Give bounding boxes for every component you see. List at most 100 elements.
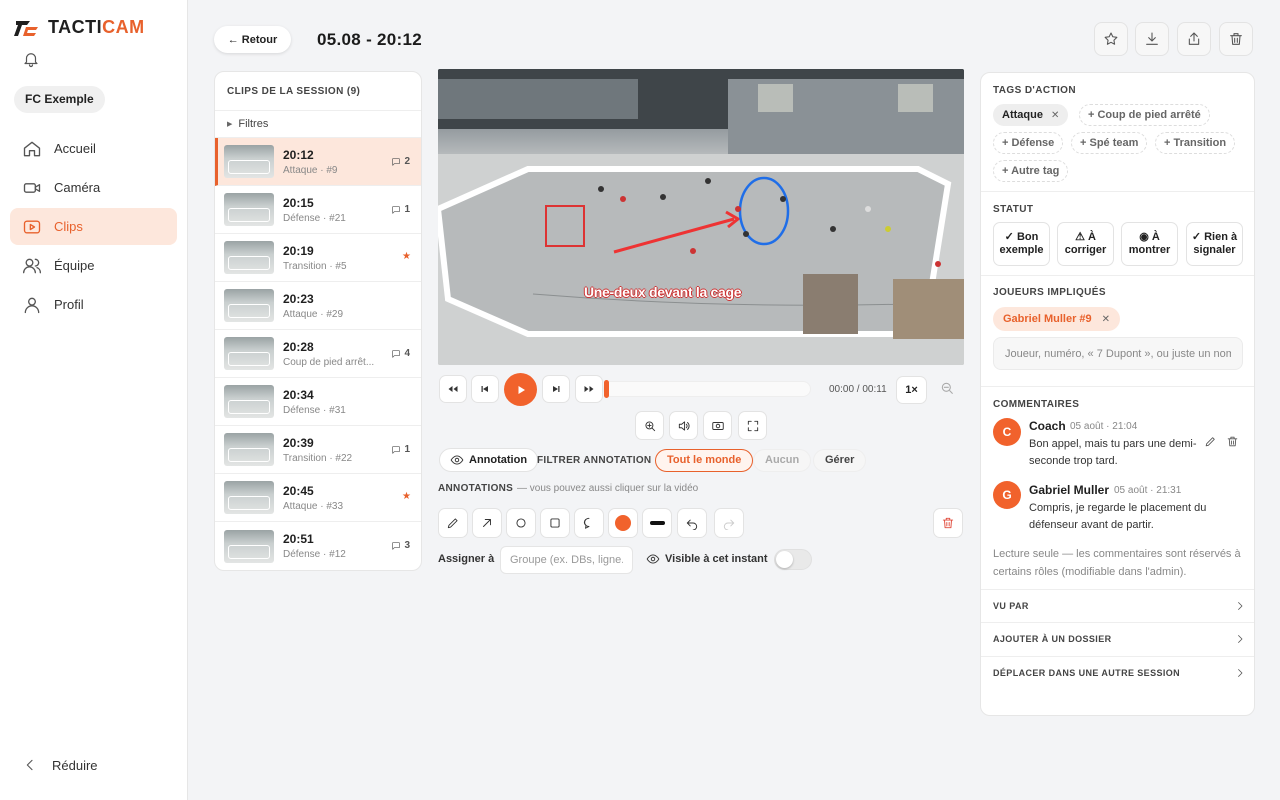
clip-item[interactable]: 20:15 Défense · #21 1	[215, 186, 421, 234]
favorite-button[interactable]	[1094, 22, 1128, 56]
video-player[interactable]	[438, 69, 964, 365]
clear-annotations-button[interactable]	[933, 508, 963, 538]
visible-now-toggle[interactable]	[774, 549, 812, 570]
arrow-tool-button[interactable]	[472, 508, 502, 538]
time-readout: 00:00 / 00:11	[829, 384, 887, 395]
nav-item-equipe[interactable]: Équipe	[10, 247, 177, 284]
circle-tool-button[interactable]	[506, 508, 536, 538]
zoom-out-button[interactable]	[939, 380, 955, 396]
annotations-title: ANNOTATIONS	[438, 483, 514, 494]
play-button[interactable]	[504, 373, 537, 406]
screenshot-icon	[711, 421, 724, 430]
rewind-button[interactable]	[439, 375, 467, 403]
nav-item-camera[interactable]: Caméra	[10, 169, 177, 206]
status-to-show-button[interactable]: ◉ Àmontrer	[1121, 222, 1178, 266]
clip-time: 20:34	[283, 387, 314, 402]
delete-comment-button[interactable]	[1226, 435, 1239, 448]
club-selector[interactable]: FC Exemple	[14, 86, 105, 113]
undo-button[interactable]	[677, 508, 707, 538]
app-logo[interactable]: TACTICAM	[14, 17, 145, 38]
edit-comment-button[interactable]	[1204, 435, 1217, 448]
notifications-button[interactable]	[22, 50, 40, 68]
tag-add-chip[interactable]: + Spé team	[1071, 132, 1148, 154]
user-icon	[24, 297, 40, 313]
timeline-scrubber[interactable]	[603, 381, 811, 397]
status-good-example-button[interactable]: ✓ Bon exemple	[993, 222, 1050, 266]
clip-thumbnail	[224, 193, 274, 226]
player-chip[interactable]: Gabriel Muller #9 ✕	[993, 307, 1121, 331]
comment-count-badge: 1	[391, 204, 410, 215]
favorite-star-icon: ★	[402, 491, 411, 502]
nav-item-clips[interactable]: Clips	[10, 208, 177, 245]
clip-item[interactable]: 20:39 Transition · #22 1	[215, 426, 421, 474]
seen-by-row[interactable]: VU PAR	[981, 589, 1254, 622]
pen-tool-button[interactable]	[438, 508, 468, 538]
nav-item-accueil[interactable]: Accueil	[10, 130, 177, 167]
clip-item[interactable]: 20:34 Défense · #31	[215, 378, 421, 426]
page-title: 05.08 - 20:12	[317, 30, 423, 49]
stroke-width-button[interactable]	[642, 508, 672, 538]
pen-icon	[447, 518, 458, 529]
timeline-playhead[interactable]	[604, 380, 609, 398]
clip-item[interactable]: 20:23 Attaque · #29	[215, 282, 421, 330]
download-button[interactable]	[1135, 22, 1169, 56]
collapse-sidebar-button[interactable]: Réduire	[22, 757, 98, 773]
playback-speed-button[interactable]: 1×	[896, 376, 927, 404]
remove-player-icon[interactable]: ✕	[1102, 314, 1110, 325]
remove-tag-icon[interactable]: ✕	[1051, 110, 1059, 121]
clip-thumbnail	[224, 385, 274, 418]
status-nothing-to-report-button[interactable]: ✓ Rien à signaler	[1186, 222, 1243, 266]
skip-back-icon	[481, 386, 488, 392]
rectangle-tool-button[interactable]	[540, 508, 570, 538]
tag-chip-active[interactable]: Attaque ✕	[993, 104, 1069, 126]
comment-count-badge: 4	[391, 348, 410, 359]
comment-date: 05 août · 21:31	[1114, 485, 1182, 496]
assign-group-input[interactable]	[500, 546, 633, 574]
volume-button[interactable]	[669, 411, 698, 440]
clip-item[interactable]: 20:19 Transition · #5 ★	[215, 234, 421, 282]
next-frame-button[interactable]	[542, 375, 570, 403]
filter-chip-none[interactable]: Aucun	[753, 449, 812, 472]
clip-item[interactable]: 20:12 Attaque · #9 2	[215, 138, 421, 186]
eye-icon	[450, 455, 464, 465]
players-section-title: JOUEURS IMPLIQUÉS	[993, 287, 1106, 298]
redo-button[interactable]	[714, 508, 744, 538]
tag-add-chip[interactable]: + Transition	[1155, 132, 1236, 154]
share-button[interactable]	[1177, 22, 1211, 56]
tag-add-chip[interactable]: + Autre tag	[993, 160, 1069, 182]
previous-frame-button[interactable]	[471, 375, 499, 403]
arrow-icon	[483, 519, 491, 527]
zoom-out-icon	[941, 382, 953, 394]
camera-icon	[23, 182, 41, 193]
status-to-correct-button[interactable]: ⚠ Àcorriger	[1057, 222, 1114, 266]
player-search-input[interactable]	[993, 337, 1243, 370]
zoom-button[interactable]	[635, 411, 664, 440]
snapshot-button[interactable]	[703, 411, 732, 440]
undo-icon	[686, 519, 698, 530]
annotation-toggle-button[interactable]: Annotation	[439, 448, 539, 472]
tag-add-chip[interactable]: + Défense	[993, 132, 1064, 154]
tag-add-chip[interactable]: + Coup de pied arrêté	[1079, 104, 1210, 126]
comment-author: Gabriel Muller	[1029, 483, 1110, 497]
add-to-folder-row[interactable]: AJOUTER À UN DOSSIER	[981, 622, 1254, 655]
filter-chip-everyone[interactable]: Tout le monde	[655, 449, 754, 472]
filters-toggle[interactable]: ▶ Filtres	[215, 110, 421, 138]
clip-item[interactable]: 20:28 Coup de pied arrêt... 4	[215, 330, 421, 378]
clip-item[interactable]: 20:45 Attaque · #33 ★	[215, 474, 421, 522]
clip-details-panel: TAGS D'ACTION Attaque ✕ + Coup de pied ar…	[980, 72, 1255, 716]
fullscreen-button[interactable]	[738, 411, 767, 440]
play-icon	[23, 220, 41, 233]
video-frame-image	[438, 69, 964, 365]
delete-button[interactable]	[1219, 22, 1253, 56]
filter-manage-button[interactable]: Gérer	[813, 449, 867, 472]
fast-forward-button[interactable]	[575, 375, 603, 403]
clip-item[interactable]: 20:51 Défense · #12 3	[215, 522, 421, 570]
text-bubble-tool-button[interactable]	[574, 508, 604, 538]
nav-item-profil[interactable]: Profil	[10, 286, 177, 323]
comment-date: 05 août · 21:04	[1070, 421, 1138, 432]
chevron-left-icon	[26, 759, 33, 771]
back-button[interactable]: ← Retour	[214, 26, 291, 53]
comment-author: Coach	[1029, 419, 1066, 433]
move-session-row[interactable]: DÉPLACER DANS UNE AUTRE SESSION	[981, 656, 1254, 689]
color-picker-button[interactable]	[608, 508, 638, 538]
